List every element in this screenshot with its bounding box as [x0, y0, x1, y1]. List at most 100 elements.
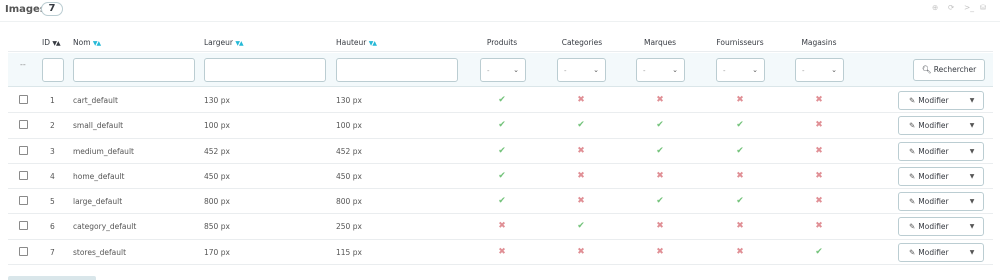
row-checkbox[interactable]	[19, 145, 28, 155]
table-row[interactable]: 7 stores_default 170 px 115 px ✖ ✖ ✖ ✖ ✔ ✎ Modifie…	[8, 240, 993, 266]
cross-icon[interactable]: ✖	[655, 171, 665, 181]
column-header-produits: Produits	[486, 38, 518, 47]
caret-down-icon[interactable]: ▼	[961, 244, 983, 261]
caret-down-icon[interactable]: ▼	[961, 92, 983, 109]
filter-dash: --	[20, 60, 26, 69]
add-icon[interactable]: ⊕	[932, 3, 946, 17]
row-actions: ✎ Modifier ▼	[898, 116, 984, 136]
filter-hauteur-input[interactable]	[336, 58, 458, 82]
filter-largeur-input[interactable]	[204, 58, 326, 82]
row-actions: ✎ Modifier ▼	[898, 166, 984, 186]
caret-down-icon[interactable]: ▼	[961, 168, 983, 185]
sql-query-icon[interactable]: >_	[964, 3, 978, 17]
row-checkbox[interactable]	[19, 120, 28, 130]
cross-icon[interactable]: ✖	[814, 146, 824, 156]
column-header-id[interactable]: ID ▼▲	[42, 38, 61, 47]
cross-icon[interactable]: ✖	[655, 221, 665, 231]
cross-icon[interactable]: ✖	[576, 171, 586, 181]
check-icon[interactable]: ✔	[655, 146, 665, 156]
table-row[interactable]: 5 large_default 800 px 800 px ✔ ✖ ✔ ✔ ✖ ✎ Modifier…	[8, 189, 993, 215]
cell-hauteur: 250 px	[336, 222, 362, 232]
cross-icon[interactable]: ✖	[814, 95, 824, 105]
column-header-nom[interactable]: Nom ▼▲	[73, 38, 101, 47]
row-checkbox[interactable]	[19, 196, 28, 206]
cross-icon[interactable]: ✖	[576, 247, 586, 257]
row-checkbox[interactable]	[19, 221, 28, 231]
table-row[interactable]: 6 category_default 850 px 250 px ✖ ✔ ✖ ✖ ✖ ✎ Modif…	[8, 214, 993, 240]
cross-icon[interactable]: ✖	[576, 146, 586, 156]
table-row[interactable]: 4 home_default 450 px 450 px ✔ ✖ ✖ ✖ ✖ ✎ Modifier ▼	[8, 164, 993, 190]
sort-icon[interactable]: ▼▲	[235, 40, 243, 47]
chevron-down-icon: ⌄	[831, 66, 837, 74]
check-icon[interactable]: ✔	[655, 196, 665, 206]
cross-icon[interactable]: ✖	[497, 221, 507, 231]
edit-button[interactable]: ✎ Modifier	[899, 244, 961, 261]
cross-icon[interactable]: ✖	[735, 95, 745, 105]
cross-icon[interactable]: ✖	[735, 171, 745, 181]
filter-nom-input[interactable]	[73, 58, 195, 82]
caret-down-icon[interactable]: ▼	[961, 143, 983, 160]
cell-id: 6	[50, 222, 55, 232]
column-label-hauteur: Hauteur	[336, 38, 367, 47]
check-icon[interactable]: ✔	[497, 171, 507, 181]
sort-icon[interactable]: ▼▲	[52, 40, 60, 47]
search-button[interactable]: 🔍︎ Rechercher	[913, 59, 985, 81]
caret-down-icon[interactable]: ▼	[961, 117, 983, 134]
table-row[interactable]: 3 medium_default 452 px 452 px ✔ ✖ ✔ ✔ ✖ ✎ Modifie…	[8, 139, 993, 164]
cross-icon[interactable]: ✖	[576, 196, 586, 206]
cross-icon[interactable]: ✖	[655, 247, 665, 257]
caret-down-icon[interactable]: ▼	[961, 193, 983, 210]
cross-icon[interactable]: ✖	[814, 196, 824, 206]
edit-button[interactable]: ✎ Modifier	[899, 193, 961, 210]
check-icon[interactable]: ✔	[735, 146, 745, 156]
row-actions: ✎ Modifier ▼	[898, 217, 984, 237]
refresh-icon[interactable]: ⟳	[948, 3, 962, 17]
check-icon[interactable]: ✔	[655, 120, 665, 130]
sort-icon[interactable]: ▼▲	[93, 40, 101, 47]
filter-id-input[interactable]	[42, 58, 64, 82]
select-value: -	[723, 67, 726, 75]
bulk-actions-button[interactable]	[8, 276, 96, 280]
edit-button[interactable]: ✎ Modifier	[899, 168, 961, 185]
filter-categories-select[interactable]: - ⌄	[557, 58, 606, 82]
check-icon[interactable]: ✔	[497, 146, 507, 156]
check-icon[interactable]: ✔	[735, 120, 745, 130]
check-icon[interactable]: ✔	[576, 221, 586, 231]
cross-icon[interactable]: ✖	[497, 247, 507, 257]
check-icon[interactable]: ✔	[497, 196, 507, 206]
filter-fournisseurs-select[interactable]: - ⌄	[716, 58, 765, 82]
database-icon[interactable]: ⛁	[980, 3, 994, 17]
search-icon: 🔍︎	[921, 65, 932, 74]
filter-marques-select[interactable]: - ⌄	[636, 58, 685, 82]
filter-row: -- - ⌄ - ⌄ - ⌄ - ⌄ - ⌄ 🔍︎ Rechercher	[8, 53, 993, 87]
check-icon[interactable]: ✔	[497, 120, 507, 130]
edit-button[interactable]: ✎ Modifier	[899, 92, 961, 109]
sort-icon[interactable]: ▼▲	[369, 40, 377, 47]
row-checkbox[interactable]	[19, 246, 28, 256]
check-icon[interactable]: ✔	[576, 120, 586, 130]
cross-icon[interactable]: ✖	[735, 221, 745, 231]
cross-icon[interactable]: ✖	[735, 247, 745, 257]
edit-button[interactable]: ✎ Modifier	[899, 143, 961, 160]
caret-down-icon[interactable]: ▼	[961, 218, 983, 235]
row-checkbox[interactable]	[19, 95, 28, 104]
check-icon[interactable]: ✔	[497, 95, 507, 105]
cross-icon[interactable]: ✖	[814, 171, 824, 181]
edit-button-label: Modifier	[918, 197, 949, 207]
table-row[interactable]: 1 cart_default 130 px 130 px ✔ ✖ ✖ ✖ ✖ ✎ Modifier ▼	[8, 88, 993, 114]
edit-button[interactable]: ✎ Modifier	[899, 117, 961, 134]
column-header-hauteur[interactable]: Hauteur ▼▲	[336, 38, 377, 47]
check-icon[interactable]: ✔	[814, 247, 824, 257]
table-row[interactable]: 2 small_default 100 px 100 px ✔ ✔ ✔ ✔ ✖ ✎ Modifier…	[8, 113, 993, 139]
filter-magasins-select[interactable]: - ⌄	[795, 58, 844, 82]
cross-icon[interactable]: ✖	[576, 95, 586, 105]
row-checkbox[interactable]	[19, 170, 28, 180]
filter-produits-select[interactable]: - ⌄	[480, 58, 526, 82]
column-header-largeur[interactable]: Largeur ▼▲	[204, 38, 244, 47]
cross-icon[interactable]: ✖	[814, 221, 824, 231]
edit-button[interactable]: ✎ Modifier	[899, 218, 961, 235]
check-icon[interactable]: ✔	[735, 196, 745, 206]
cross-icon[interactable]: ✖	[655, 95, 665, 105]
column-header-fournisseurs: Fournisseurs	[716, 38, 764, 47]
cross-icon[interactable]: ✖	[814, 120, 824, 130]
